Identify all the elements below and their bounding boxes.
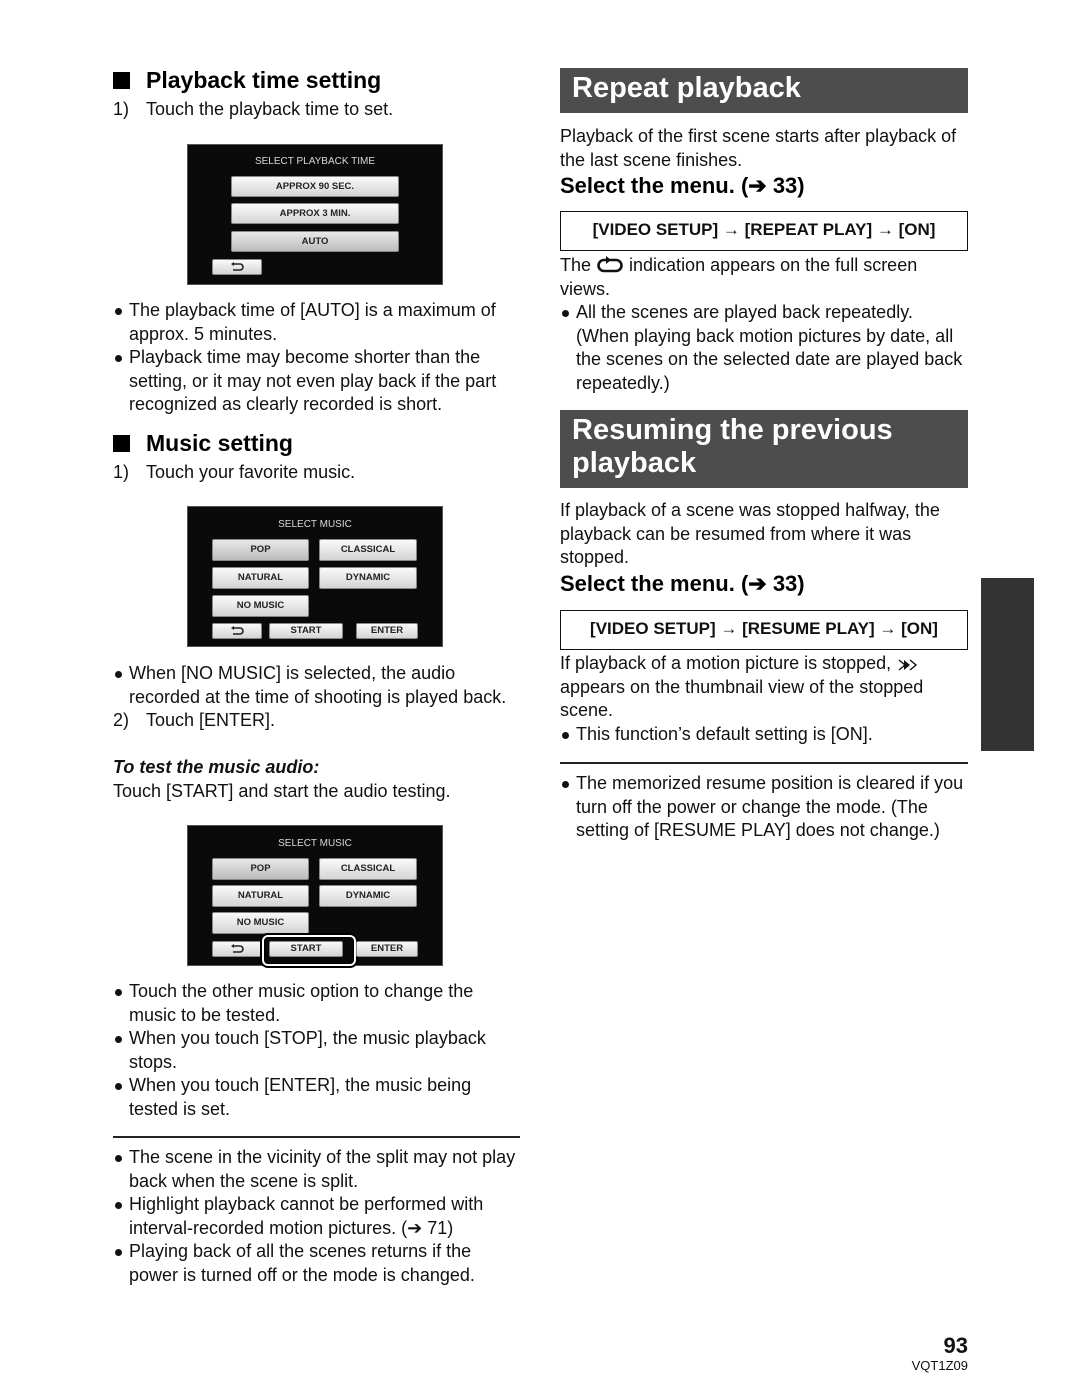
start-button[interactable]: START [269,941,343,957]
option-natural[interactable]: NATURAL [212,885,309,907]
resume-default-note: This function’s default setting is [ON]. [560,723,968,747]
bullet-item: Playback time may become shorter than th… [113,346,523,417]
square-bullet-icon [113,72,130,89]
repeat-notes: All the scenes are played back repeatedl… [560,301,968,395]
option-natural[interactable]: NATURAL [212,567,309,589]
resume-indicator-icon [898,659,918,671]
bullet-icon [560,772,576,843]
enter-button[interactable]: ENTER [356,623,418,639]
test-music-notes: Touch the other music option to change t… [113,980,523,1122]
page-number: 93 [943,1333,968,1358]
bullet-icon [560,301,576,395]
resume-select-menu: Select the menu. (➔ 33) [560,571,805,596]
select-playback-time-screen: SELECT PLAYBACK TIME APPROX 90 SEC. APPR… [187,144,443,285]
bullet-item: When you touch [ENTER], the music being … [113,1074,523,1121]
option-approx-90-sec[interactable]: APPROX 90 SEC. [231,176,399,197]
bullet-icon [113,1027,129,1074]
bullet-icon [560,723,576,747]
bullet-item: This function’s default setting is [ON]. [560,723,968,747]
select-music-screen: SELECT MUSIC POP CLASSICAL NATURAL DYNAM… [187,506,443,647]
resume-notes: The memorized resume position is cleared… [560,772,968,843]
screen-title: SELECT MUSIC [278,838,352,849]
music-notes: When [NO MUSIC] is selected, the audio r… [113,662,528,733]
select-music-screen-start-highlight: SELECT MUSIC POP CLASSICAL NATURAL DYNAM… [187,825,443,966]
music-setting-heading: Music setting [113,429,293,457]
resume-playback-banner: Resuming the previous playback [560,410,968,488]
square-bullet-icon [113,435,130,452]
back-button[interactable] [212,259,262,275]
divider [560,762,968,764]
bullet-item: All the scenes are played back repeatedl… [560,301,968,395]
music-step-2: 2) Touch [ENTER]. [113,710,276,731]
test-music-heading: To test the music audio: [113,757,320,777]
option-classical[interactable]: CLASSICAL [319,858,417,880]
resume-intro: If playback of a scene was stopped halfw… [560,500,940,568]
return-arrow-icon [231,944,244,953]
option-no-music[interactable]: NO MUSIC [212,595,309,617]
bullet-item: When [NO MUSIC] is selected, the audio r… [113,662,528,709]
screen-title: SELECT PLAYBACK TIME [254,156,376,167]
enter-button[interactable]: ENTER [356,941,418,957]
repeat-select-menu: Select the menu. (➔ 33) [560,173,805,198]
bullet-icon [113,980,129,1027]
back-button[interactable] [212,623,262,639]
return-arrow-icon [231,626,244,635]
divider [113,1136,520,1138]
option-pop[interactable]: POP [212,858,309,880]
repeat-indication-text: The indication appears on the full scree… [560,255,918,299]
bullet-item: Touch the other music option to change t… [113,980,523,1027]
bullet-icon [113,346,129,417]
option-approx-3-min[interactable]: APPROX 3 MIN. [231,203,399,224]
section-side-tab [981,578,1034,751]
screen-title: SELECT MUSIC [278,519,352,530]
bullet-icon [113,1240,129,1287]
bullet-item: When you touch [STOP], the music playbac… [113,1027,523,1074]
bullet-item: The scene in the vicinity of the split m… [113,1146,523,1193]
option-dynamic[interactable]: DYNAMIC [319,885,417,907]
resume-menu-path: [VIDEO SETUP] → [RESUME PLAY] → [ON] [560,610,968,650]
option-auto[interactable]: AUTO [231,231,399,252]
bullet-icon [113,299,129,346]
test-music-text: Touch [START] and start the audio testin… [113,781,451,801]
resume-stopped-text: If playback of a motion picture is stopp… [560,653,924,721]
playback-time-notes: The playback time of [AUTO] is a maximum… [113,299,523,417]
playback-time-heading: Playback time setting [113,66,381,94]
repeat-icon [597,256,623,273]
bullet-icon [113,662,129,709]
bullet-item: Highlight playback cannot be performed w… [113,1193,523,1240]
option-dynamic[interactable]: DYNAMIC [319,567,417,589]
option-pop[interactable]: POP [212,539,309,561]
repeat-intro: Playback of the first scene starts after… [560,126,957,170]
bullet-item: The playback time of [AUTO] is a maximum… [113,299,523,346]
music-step-1: 1) Touch your favorite music. [113,462,356,482]
start-button[interactable]: START [269,623,343,639]
option-no-music[interactable]: NO MUSIC [212,912,309,934]
document-code: VQT1Z09 [911,1358,968,1373]
bullet-icon [113,1193,129,1240]
bullet-icon [113,1074,129,1121]
repeat-playback-banner: Repeat playback [560,68,968,113]
bullet-icon [113,1146,129,1193]
bullet-item: The memorized resume position is cleared… [560,772,968,843]
repeat-menu-path: [VIDEO SETUP] → [REPEAT PLAY] → [ON] [560,211,968,251]
back-button[interactable] [212,941,262,957]
option-classical[interactable]: CLASSICAL [319,539,417,561]
playback-time-step-1: 1) Touch the playback time to set. [113,99,394,119]
return-arrow-icon [231,262,244,271]
bullet-item: Playing back of all the scenes returns i… [113,1240,523,1287]
general-notes: The scene in the vicinity of the split m… [113,1146,523,1288]
